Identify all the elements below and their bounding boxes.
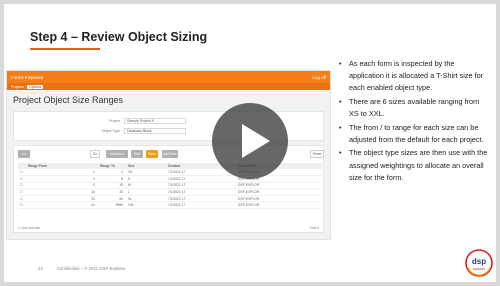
slide-title: Step 4 – Review Object Sizing [30,30,208,44]
cell-range-to: 8 [98,175,126,183]
go-button[interactable]: Go [90,150,100,158]
cell-size: S [126,175,166,183]
total-text: Total 6 [309,226,319,230]
bullet-item: The from / to range for each size can be… [339,122,489,146]
play-icon [242,124,270,158]
title-underline [30,48,100,50]
actions-button[interactable]: Actions ▾ [106,150,128,158]
page-number: 34 [38,266,43,271]
cell-created-by: DSP-EXPLOR [236,188,322,196]
cell-created-by: DSP-EXPLOR [236,182,322,190]
table-row[interactable]: ☐ 31 60 XL 7/1/2021 17 DSP-EXPLOR [18,195,322,203]
logo-text: dsp [472,257,486,266]
copyright-text: Confidential – © 2021 DSP-Explorer [56,266,126,271]
logo-subtext: explorer [473,267,486,271]
row-select[interactable]: ☐ [18,201,26,210]
project-select[interactable]: Sample Project 9 [124,118,186,124]
cell-size: M [126,182,166,190]
log-off-link[interactable]: Log off [312,75,326,80]
cell-range-to: 30 [98,188,126,196]
cell-created: 7/1/2021 17 [166,195,236,203]
bullet-item: As each form is inspected by the applica… [339,58,489,94]
cell-created: 7/1/2021 17 [166,188,236,196]
object-type-row: Object Type Database Block [14,128,186,134]
cell-range-from: 31 [26,195,98,203]
bullet-item: The object type sizes are then use with … [339,147,489,183]
cell-range-to: 15 [98,182,126,190]
object-type-select[interactable]: Database Block [124,128,186,134]
row-select[interactable]: ☐ [18,195,26,203]
row-select[interactable]: ☐ [18,169,26,177]
app-header: Forms Inspector Log off [7,71,330,83]
cell-created: 7/1/2021 17 [166,182,236,190]
grid-menu-icon: ≡▾ [22,152,26,156]
project-row: Project Sample Project 9 [14,118,186,124]
row-select[interactable]: ☐ [18,188,26,196]
app-nav: Projects Options [7,83,330,90]
cell-range-to: 9999 [98,201,126,210]
add-row-button[interactable]: Add Row [162,150,178,158]
object-type-label: Object Type [101,129,120,133]
save-button[interactable]: Save [146,150,158,158]
dsp-explorer-logo: dsp explorer [464,248,494,278]
rows-selected-text: 1 rows selected [18,226,41,230]
slide-footer: 34 Confidential – © 2021 DSP-Explorer [38,266,126,271]
cell-range-from: 16 [26,188,98,196]
cell-created-by: DSP-EXPLOR [236,195,322,203]
table-row[interactable]: ☐ 9 15 M 7/1/2021 17 DSP-EXPLOR [18,182,322,190]
table-row[interactable]: ☐ 16 30 L 7/1/2021 17 DSP-EXPLOR [18,188,322,196]
cell-range-to: 3 [98,169,126,177]
row-select[interactable]: ☐ [18,175,26,183]
nav-options[interactable]: Options [26,84,44,89]
row-select[interactable]: ☐ [18,182,26,190]
cell-created: 7/1/2021 17 [166,201,236,210]
bullet-list: As each form is inspected by the applica… [339,58,489,185]
grid-footer: 1 rows selected Total 6 [18,226,319,230]
cell-size: XXL [126,201,166,210]
cell-range-from: 9 [26,182,98,190]
app-title: Forms Inspector [11,74,44,80]
cell-size: XS [126,169,166,177]
nav-projects[interactable]: Projects [11,85,24,89]
bullet-item: There are 6 sizes available ranging from… [339,96,489,120]
cell-range-from: 4 [26,175,98,183]
grid-menu-button[interactable]: ≡▾ [18,150,30,158]
video-play-button[interactable] [212,103,288,179]
cell-created-by: DSP-EXPLOR [236,201,322,210]
edit-button[interactable]: Edit [131,150,143,158]
cell-size: XL [126,195,166,203]
reset-button[interactable]: Reset [310,150,324,158]
cell-range-from: 1 [26,169,98,177]
cell-range-to: 60 [98,195,126,203]
project-label: Project [109,119,120,123]
cell-size: L [126,188,166,196]
cell-range-from: 61 [26,201,98,210]
table-row[interactable]: ☐ 61 9999 XXL 7/1/2021 17 DSP-EXPLOR [18,201,322,210]
